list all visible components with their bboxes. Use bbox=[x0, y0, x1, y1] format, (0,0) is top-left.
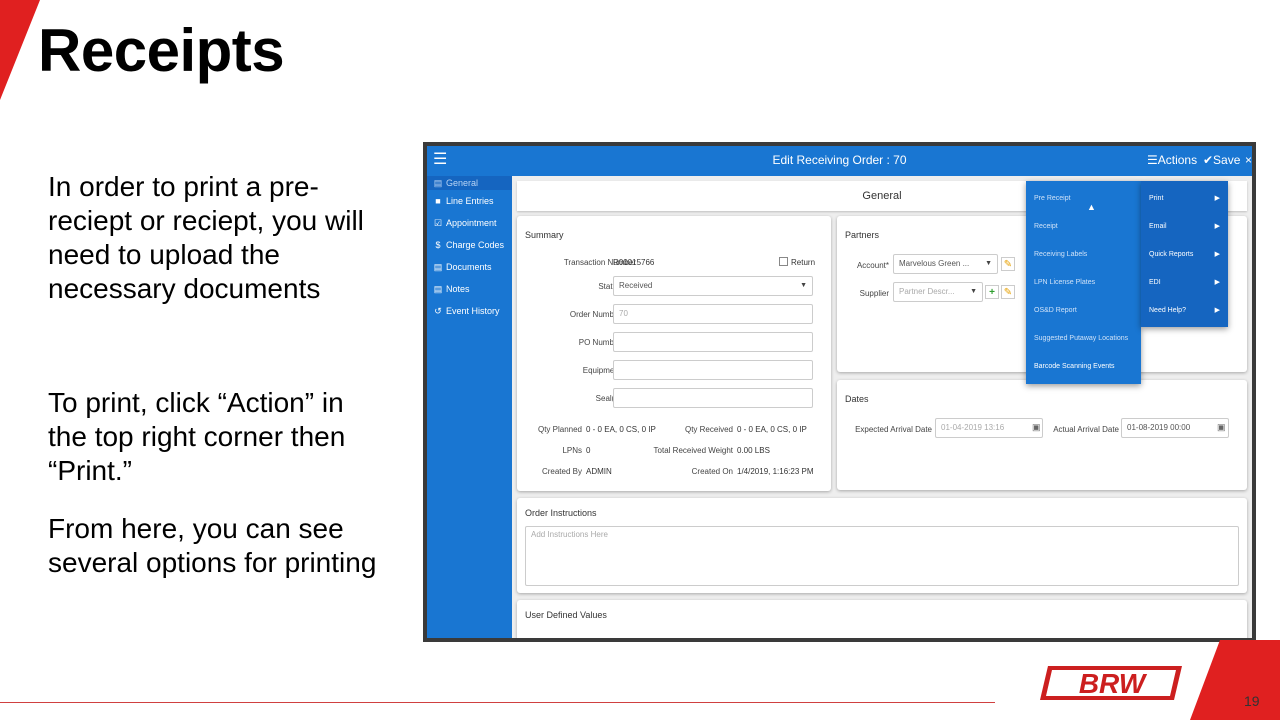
menu-item-pre-receipt[interactable]: Pre Receipt bbox=[1034, 195, 1071, 202]
receiving-order-app: ☰ Edit Receiving Order : 70 ☰Actions ✔Sa… bbox=[427, 146, 1252, 638]
summary-card: Summary Transaction Number R00015766 Ret… bbox=[517, 216, 831, 491]
created-on-value: 1/4/2019, 1:16:23 PM bbox=[737, 467, 814, 476]
slide-title: Receipts bbox=[38, 17, 285, 84]
add-supplier-icon[interactable]: + bbox=[985, 285, 999, 299]
supplier-select[interactable]: Partner Descr... ▼ bbox=[893, 282, 983, 302]
account-select[interactable]: Marvelous Green ... ▼ bbox=[893, 254, 998, 274]
sidebar-item-line-entries[interactable]: ■ Line Entries bbox=[427, 190, 512, 212]
lpns-label: LPNs bbox=[562, 446, 582, 455]
menu-item-edi[interactable]: EDI bbox=[1149, 279, 1161, 286]
chevron-right-icon: ▶ bbox=[1214, 195, 1220, 202]
dollar-icon: $ bbox=[435, 240, 441, 250]
window-title: Edit Receiving Order : 70 bbox=[772, 153, 907, 167]
qty-planned-label: Qty Planned bbox=[537, 425, 582, 434]
card-icon: ▤ bbox=[433, 178, 443, 188]
menu-item-print[interactable]: Print bbox=[1149, 195, 1163, 202]
calendar-icon[interactable]: ▣ bbox=[1032, 422, 1041, 433]
sidebar-item-charge-codes[interactable]: $ Charge Codes bbox=[427, 234, 512, 256]
order-instructions-card: Order Instructions Add Instructions Here bbox=[517, 498, 1247, 593]
user-defined-card: User Defined Values bbox=[517, 600, 1247, 638]
dates-title: Dates bbox=[845, 394, 869, 404]
chevron-right-icon: ▶ bbox=[1214, 307, 1220, 314]
edit-supplier-icon[interactable]: ✎ bbox=[1001, 285, 1015, 299]
lpns-value: 0 bbox=[586, 446, 591, 455]
total-weight-label: Total Received Weight bbox=[653, 446, 733, 455]
sidebar: ▤ General ■ Line Entries ☑ Appointment $ Cha… bbox=[427, 176, 512, 638]
equipment-field[interactable] bbox=[613, 360, 813, 380]
qty-received-label: Qty Received bbox=[684, 425, 733, 434]
document-icon: ▤ bbox=[433, 262, 443, 272]
qty-planned-value: 0 - 0 EA, 0 CS, 0 IP bbox=[586, 425, 656, 434]
menu-item-quick-reports[interactable]: Quick Reports bbox=[1149, 251, 1193, 258]
note-icon: ▤ bbox=[433, 284, 443, 294]
chevron-down-icon: ▼ bbox=[800, 282, 807, 289]
supplier-label: Supplier bbox=[859, 289, 889, 298]
status-select[interactable]: Received ▼ bbox=[613, 276, 813, 296]
clipboard-icon: ■ bbox=[435, 196, 441, 206]
menu-item-receiving-labels[interactable]: Receiving Labels bbox=[1034, 251, 1087, 258]
created-by-label: Created By bbox=[541, 467, 582, 476]
sidebar-item-notes[interactable]: ▤ Notes bbox=[427, 278, 512, 300]
chevron-right-icon: ▶ bbox=[1214, 251, 1220, 258]
sidebar-item-event-history[interactable]: ↺ Event History bbox=[427, 300, 512, 322]
brw-logo: BRW bbox=[1040, 666, 1182, 700]
footer-divider bbox=[0, 702, 995, 703]
total-weight-value: 0.00 LBS bbox=[737, 446, 770, 455]
instruction-paragraph-2: To print, click “Action” in the top righ… bbox=[48, 387, 346, 486]
actions-button[interactable]: ☰Actions bbox=[1147, 153, 1197, 167]
partners-title: Partners bbox=[845, 230, 880, 240]
created-by-value: ADMIN bbox=[586, 467, 612, 476]
sidebar-item-general[interactable]: ▤ General bbox=[427, 176, 512, 190]
menu-item-lpn-license-plates[interactable]: LPN License Plates bbox=[1034, 279, 1095, 286]
edit-account-icon[interactable]: ✎ bbox=[1001, 257, 1015, 271]
svg-text:BRW: BRW bbox=[1079, 668, 1148, 699]
expected-arrival-label: Expected Arrival Date bbox=[855, 425, 932, 434]
actions-menu: Print ▶ Email ▶ Quick Reports ▶ EDI ▶ Ne… bbox=[1141, 181, 1228, 327]
menu-item-barcode-scanning-events[interactable]: Barcode Scanning Events bbox=[1034, 363, 1115, 370]
print-submenu: Pre Receipt Receipt Receiving Labels LPN… bbox=[1026, 181, 1141, 384]
actual-arrival-field[interactable]: 01-08-2019 00:00 bbox=[1121, 418, 1229, 438]
menu-item-email[interactable]: Email bbox=[1149, 223, 1167, 230]
transaction-number-value: R00015766 bbox=[613, 258, 655, 267]
page-number: 19 bbox=[1244, 693, 1260, 709]
seals-field[interactable] bbox=[613, 388, 813, 408]
top-bar: ☰ Edit Receiving Order : 70 ☰Actions ✔Sa… bbox=[427, 146, 1252, 176]
instruction-paragraph-3: From here, you can see several options f… bbox=[48, 513, 377, 578]
expected-arrival-field[interactable]: 01-04-2019 13:16 bbox=[935, 418, 1043, 438]
menu-item-receipt[interactable]: Receipt bbox=[1034, 223, 1058, 230]
chevron-right-icon: ▶ bbox=[1214, 279, 1220, 286]
mouse-cursor-icon: ▲ bbox=[1087, 202, 1096, 212]
chevron-down-icon: ▼ bbox=[970, 288, 977, 295]
summary-title: Summary bbox=[525, 230, 564, 240]
order-instructions-textarea[interactable]: Add Instructions Here bbox=[525, 526, 1239, 586]
account-label: Account* bbox=[856, 261, 889, 270]
history-icon: ↺ bbox=[434, 306, 442, 316]
chevron-right-icon: ▶ bbox=[1214, 223, 1220, 230]
red-corner-decoration bbox=[0, 0, 40, 100]
return-checkbox[interactable] bbox=[779, 257, 788, 266]
sidebar-item-documents[interactable]: ▤ Documents bbox=[427, 256, 512, 278]
red-corner-decoration bbox=[1190, 640, 1280, 720]
order-number-field[interactable]: 70 bbox=[613, 304, 813, 324]
calendar-icon[interactable]: ▣ bbox=[1217, 422, 1226, 433]
po-number-field[interactable] bbox=[613, 332, 813, 352]
app-screenshot: ☰ Edit Receiving Order : 70 ☰Actions ✔Sa… bbox=[423, 142, 1256, 642]
sidebar-item-appointment[interactable]: ☑ Appointment bbox=[427, 212, 512, 234]
save-button[interactable]: ✔Save bbox=[1203, 153, 1240, 167]
user-defined-title: User Defined Values bbox=[525, 610, 607, 620]
close-icon[interactable]: × bbox=[1245, 153, 1252, 167]
dates-card: Dates Expected Arrival Date 01-04-2019 1… bbox=[837, 380, 1247, 490]
created-on-label: Created On bbox=[691, 467, 733, 476]
chevron-down-icon: ▼ bbox=[985, 260, 992, 267]
menu-item-need-help[interactable]: Need Help? bbox=[1149, 307, 1186, 314]
menu-item-suggested-putaway[interactable]: Suggested Putaway Locations bbox=[1034, 335, 1128, 342]
menu-item-osd-report[interactable]: OS&D Report bbox=[1034, 307, 1077, 314]
return-label: Return bbox=[791, 258, 816, 267]
qty-received-value: 0 - 0 EA, 0 CS, 0 IP bbox=[737, 425, 807, 434]
instruction-paragraph-1: In order to print a pre-reciept or recie… bbox=[48, 171, 364, 304]
actual-arrival-label: Actual Arrival Date bbox=[1053, 425, 1119, 434]
calendar-check-icon: ☑ bbox=[433, 218, 443, 228]
order-instructions-title: Order Instructions bbox=[525, 508, 597, 518]
